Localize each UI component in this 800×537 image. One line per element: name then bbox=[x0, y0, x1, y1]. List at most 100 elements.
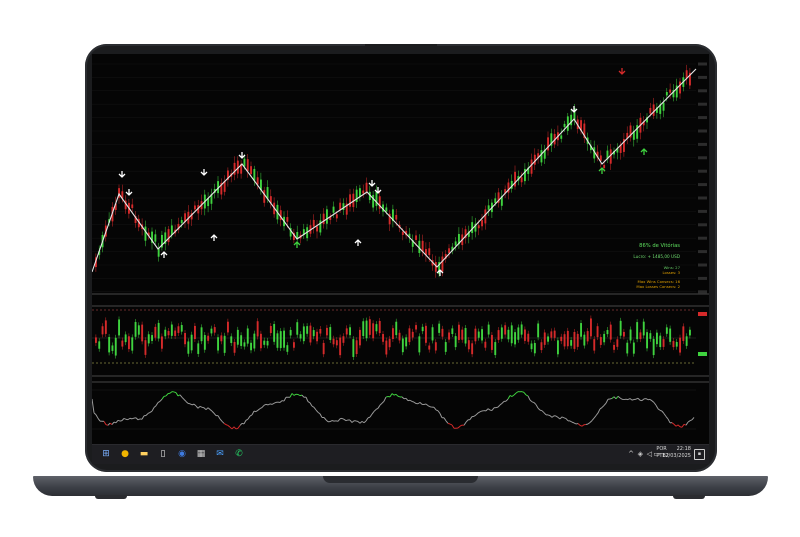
oscillator-line-segment bbox=[337, 418, 341, 422]
oscillator-bar bbox=[603, 333, 606, 343]
oscillator-bar bbox=[372, 323, 375, 339]
oscillator-line-segment bbox=[261, 404, 265, 408]
oscillator-line-segment bbox=[533, 402, 537, 405]
oscillator-bar bbox=[385, 340, 388, 355]
oscillator-line-segment bbox=[637, 397, 641, 401]
candle bbox=[266, 187, 269, 199]
oscillator-bar bbox=[243, 342, 246, 347]
oscillator-bar bbox=[665, 327, 668, 334]
system-clock[interactable]: 22:18 12/03/2025 bbox=[662, 446, 691, 460]
oscillator-line-segment bbox=[365, 417, 369, 422]
media-icon[interactable]: ◉ bbox=[176, 448, 188, 460]
oscillator-line-segment bbox=[325, 419, 329, 423]
laptop-opening-lip bbox=[323, 476, 478, 483]
mail-icon[interactable]: ✉ bbox=[214, 448, 226, 460]
oscillator-bar bbox=[352, 339, 355, 357]
oscillator-line-segment bbox=[539, 409, 543, 412]
oscillator-line-segment bbox=[505, 398, 509, 402]
oscillator-line-segment bbox=[579, 424, 583, 427]
oscillator-line-segment bbox=[331, 420, 335, 422]
candle bbox=[441, 256, 444, 272]
oscillator-line-segment bbox=[439, 413, 443, 418]
oscillator-bar bbox=[322, 342, 325, 355]
oscillator-line-segment bbox=[315, 409, 319, 413]
windows-icon[interactable]: ⊞ bbox=[100, 448, 112, 460]
oscillator-bar bbox=[184, 333, 186, 345]
oscillator-line-segment bbox=[279, 400, 283, 403]
oscillator-line-segment bbox=[301, 394, 305, 398]
oscillator-line-segment bbox=[93, 412, 97, 416]
oscillator-line-segment bbox=[649, 399, 653, 402]
oscillator-line-segment bbox=[405, 397, 409, 401]
laptop-foot-left bbox=[95, 495, 127, 499]
volume-icon[interactable]: ◁ bbox=[647, 449, 652, 459]
oscillator-bar bbox=[487, 324, 490, 335]
oscillator-bar bbox=[580, 323, 582, 337]
oscillator-line-segment bbox=[123, 417, 127, 420]
oscillator-line-segment bbox=[283, 397, 287, 402]
oscillator-line-segment bbox=[525, 394, 529, 397]
file-explorer-icon[interactable]: ▬ bbox=[138, 448, 150, 460]
oscillator-line-segment bbox=[345, 419, 349, 422]
oscillator-line-segment bbox=[329, 420, 333, 423]
oscillator-line-segment bbox=[551, 415, 555, 418]
oscillator-bar bbox=[652, 338, 655, 356]
oscillator-bar bbox=[161, 336, 163, 349]
oscillator-line-segment bbox=[291, 393, 295, 396]
price-axis-tick bbox=[698, 75, 707, 79]
oscillator-line-segment bbox=[363, 420, 367, 424]
oscillator-bar bbox=[619, 320, 622, 336]
oscillator-line-segment bbox=[147, 411, 151, 414]
sell-signal-arrow bbox=[125, 189, 133, 196]
price-axis-tick bbox=[698, 196, 707, 200]
oscillator-line-segment bbox=[673, 423, 677, 427]
oscillator-line-segment bbox=[619, 397, 623, 400]
price-axis-tick bbox=[698, 209, 707, 213]
oscillator-line-segment bbox=[631, 399, 635, 401]
notification-icon[interactable]: ▪ bbox=[694, 449, 705, 460]
chrome-icon[interactable]: ● bbox=[119, 448, 131, 460]
oscillator-line-segment bbox=[135, 417, 139, 421]
oscillator-bar bbox=[596, 326, 599, 338]
oscillator-line-segment bbox=[569, 420, 573, 423]
oscillator-bar bbox=[392, 328, 394, 340]
oscillator-bar bbox=[286, 345, 289, 352]
oscillator-line-segment bbox=[445, 420, 449, 424]
calculator-icon[interactable]: ▦ bbox=[195, 448, 207, 460]
price-grid bbox=[92, 63, 696, 293]
oscillator-line-segment bbox=[657, 408, 661, 411]
oscillator-line-segment bbox=[173, 391, 177, 394]
oscillator-line-segment bbox=[457, 425, 461, 429]
oscillator-bar bbox=[642, 321, 645, 336]
candle bbox=[253, 168, 256, 181]
document-icon[interactable]: ▯ bbox=[157, 448, 169, 460]
oscillator-line-segment bbox=[95, 414, 99, 419]
oscillator-bar bbox=[187, 341, 190, 354]
chevron-up-icon[interactable]: ^ bbox=[628, 449, 634, 459]
oscillator-line-segment bbox=[395, 393, 399, 397]
oscillator-line-segment bbox=[589, 420, 593, 423]
oscillator-line-segment bbox=[535, 404, 539, 409]
oscillator-line-segment bbox=[225, 424, 229, 426]
oscillator-line-segment bbox=[681, 424, 685, 428]
oscillator-bar bbox=[368, 319, 371, 335]
whatsapp-icon[interactable]: ✆ bbox=[233, 448, 245, 460]
oscillator-line-segment bbox=[591, 417, 595, 421]
candle bbox=[256, 177, 259, 185]
oscillator-bar bbox=[524, 329, 526, 341]
oscillator-line-segment bbox=[359, 421, 363, 424]
oscillator-line-segment bbox=[675, 424, 679, 427]
buy-signal-arrow bbox=[160, 251, 168, 258]
buy-signal-arrow bbox=[640, 148, 648, 155]
oscillator-line-segment bbox=[357, 421, 361, 424]
candle bbox=[154, 234, 157, 242]
oscillator-bar bbox=[283, 330, 285, 348]
oscillator-bar bbox=[306, 326, 309, 334]
oscillator-line-segment bbox=[379, 402, 383, 406]
network-icon[interactable]: ◈ bbox=[638, 449, 643, 459]
oscillator-line-segment bbox=[513, 392, 517, 396]
clock-date: 12/03/2025 bbox=[662, 453, 691, 459]
oscillator-line-segment bbox=[129, 417, 133, 420]
oscillator-line-segment bbox=[527, 395, 531, 401]
screen: 86% de Vitórias Lucro: + 1485,00 USD Win… bbox=[92, 54, 709, 464]
